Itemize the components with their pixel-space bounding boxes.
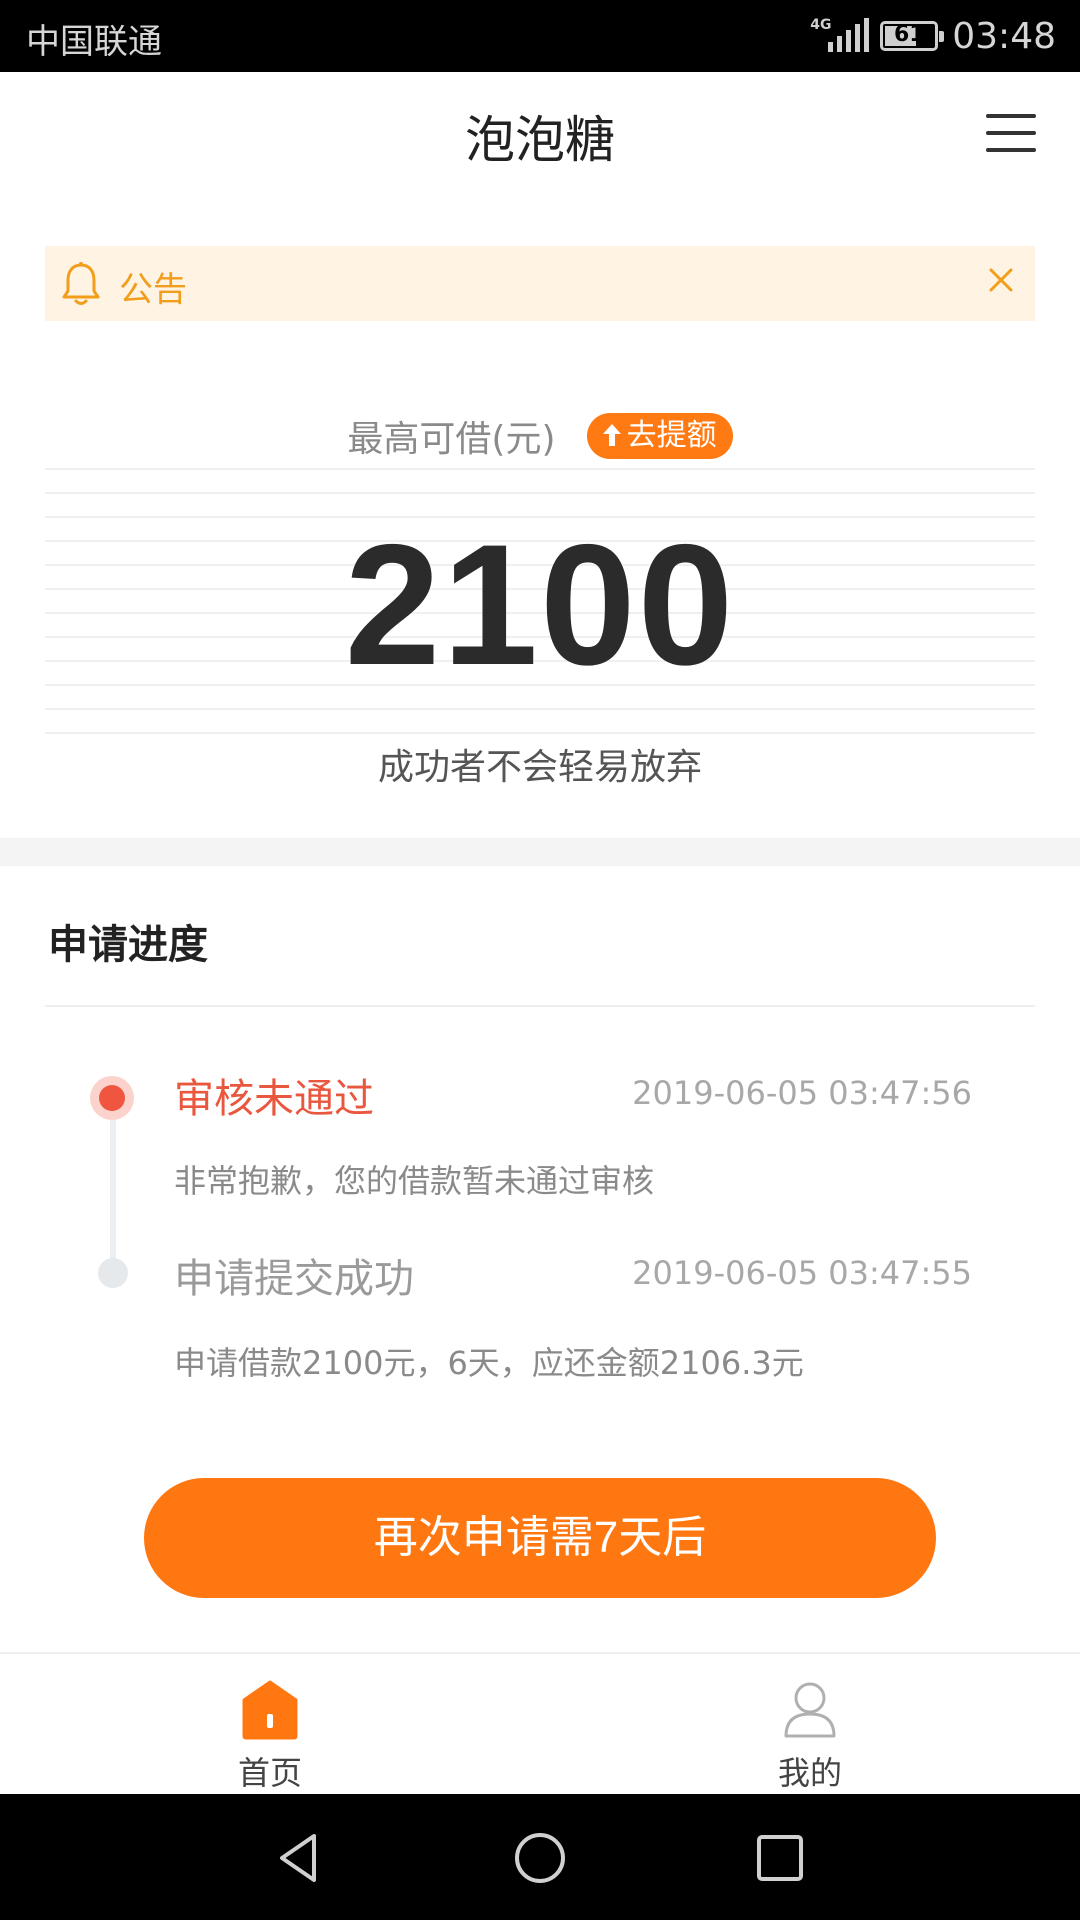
raise-limit-button[interactable]: 去提额	[586, 413, 733, 459]
slogan-text: 成功者不会轻易放弃	[377, 747, 702, 788]
max-borrow-label: 最高可借(元)	[347, 419, 556, 460]
back-icon[interactable]	[270, 1828, 330, 1888]
section-divider	[0, 838, 1080, 866]
screen: 中国联通 4G 61 03:48 泡泡糖 公告 最高可借(元) 去提额 2100…	[0, 0, 1080, 1920]
signal-icon: 4G	[810, 16, 870, 56]
notice-label: 公告	[119, 270, 187, 310]
nav-label-mine: 我的	[777, 1754, 842, 1792]
progress-section-title: 申请进度	[48, 922, 208, 968]
app-header: 泡泡糖	[0, 72, 1080, 192]
bell-icon	[62, 262, 100, 305]
step-time: 2019-06-05 03:47:56	[632, 1074, 972, 1112]
arrow-up-icon	[601, 413, 623, 459]
home-circle-icon[interactable]	[510, 1828, 570, 1888]
timeline-dot-active	[90, 1076, 134, 1120]
recent-apps-icon[interactable]	[750, 1828, 810, 1888]
timeline-dot-inactive	[98, 1258, 128, 1288]
close-icon[interactable]	[981, 260, 1021, 300]
nav-item-home[interactable]: 首页	[170, 1654, 370, 1796]
step-description: 非常抱歉，您的借款暂未通过审核	[174, 1162, 655, 1200]
timeline-track	[110, 1098, 116, 1268]
page-title: 泡泡糖	[465, 111, 615, 169]
amount-label-row: 最高可借(元) 去提额	[45, 410, 1035, 464]
step-time: 2019-06-05 03:47:55	[632, 1254, 972, 1292]
battery-level: 61	[893, 22, 925, 47]
nav-label-home: 首页	[237, 1754, 302, 1792]
user-icon	[784, 1682, 836, 1738]
battery-icon: 61	[880, 21, 945, 51]
carrier-name: 中国联通	[26, 22, 162, 62]
step-description: 申请借款2100元，6天，应还金额2106.3元	[174, 1344, 804, 1382]
raise-limit-label: 去提额	[626, 418, 717, 453]
bottom-nav: 首页 我的	[0, 1652, 1080, 1794]
status-icons: 4G 61 03:48	[810, 12, 1056, 60]
nav-item-mine[interactable]: 我的	[710, 1654, 910, 1796]
credit-amount: 2100	[344, 509, 736, 701]
notice-banner[interactable]: 公告	[45, 246, 1035, 321]
clock: 03:48	[952, 15, 1056, 57]
home-icon	[242, 1680, 298, 1740]
step-status-rejected: 审核未通过	[174, 1076, 374, 1122]
section-separator	[45, 1005, 1035, 1007]
status-bar: 中国联通 4G 61 03:48	[0, 0, 1080, 72]
step-status-submitted: 申请提交成功	[174, 1256, 414, 1302]
reapply-button[interactable]: 再次申请需7天后	[144, 1478, 936, 1598]
system-nav-bar	[0, 1794, 1080, 1920]
credit-limit-card: 最高可借(元) 去提额 2100 成功者不会轻易放弃	[45, 396, 1035, 796]
hamburger-menu-icon[interactable]	[986, 114, 1036, 154]
